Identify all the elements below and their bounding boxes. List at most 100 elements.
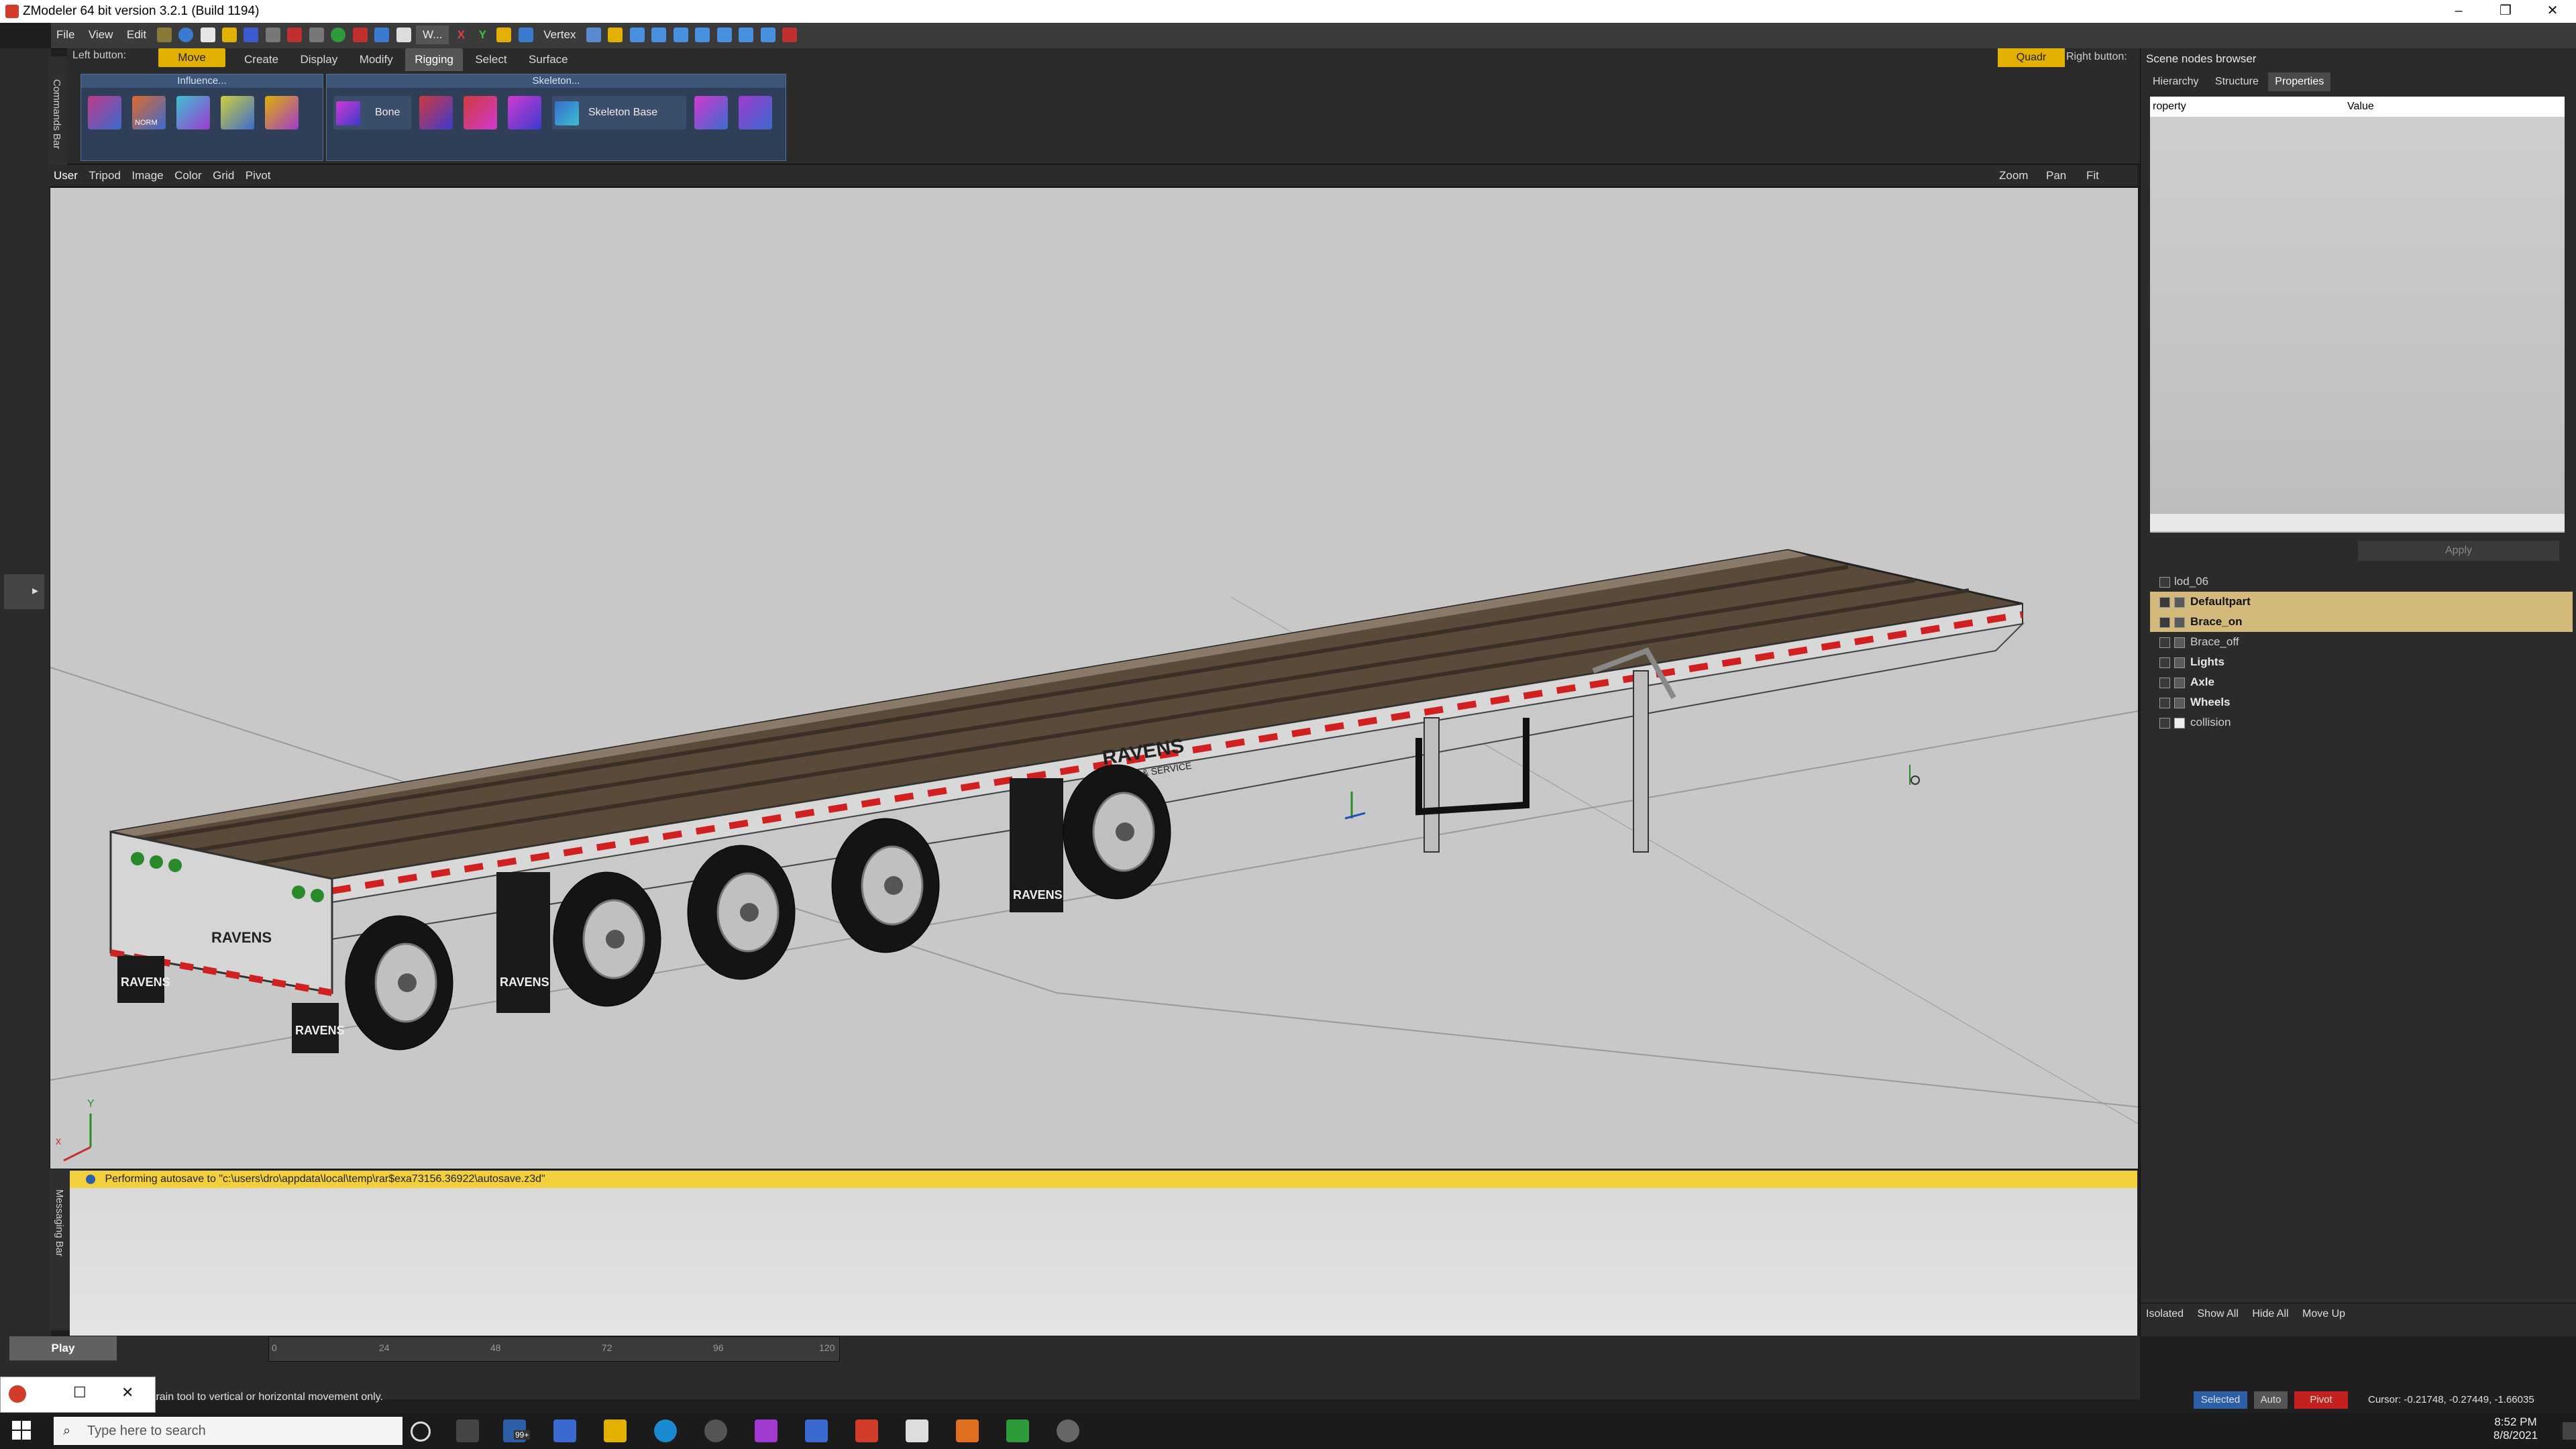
tree-node-lod06[interactable]: lod_06 [2150,572,2573,592]
bone-button[interactable]: Bone [333,96,411,129]
taskbar-search[interactable]: ⌕ Type here to search [54,1417,402,1445]
close-button[interactable]: ✕ [2529,0,2576,23]
view-mode-user[interactable]: User [50,165,82,186]
timeline-ruler[interactable]: 0 24 48 72 96 120 [268,1336,840,1362]
notifications-icon[interactable] [2563,1422,2576,1440]
tab-modify[interactable]: Modify [350,48,402,71]
tab-structure[interactable]: Structure [2208,72,2265,91]
render-icon[interactable] [331,28,346,42]
bone-link-icon[interactable] [419,96,453,129]
save-icon[interactable] [244,28,259,42]
skeleton-export-icon[interactable] [694,96,728,129]
windows-start-icon[interactable] [12,1421,31,1440]
document-icon[interactable] [1006,1419,1029,1442]
steam-icon[interactable] [553,1419,576,1442]
viewport-pan[interactable]: Pan [2042,165,2070,186]
play-button[interactable]: Play [9,1336,117,1360]
bone-mirror-icon[interactable] [508,96,541,129]
blender-icon[interactable] [956,1419,979,1442]
clipboard-icon[interactable] [396,28,411,42]
expand-toggle-icon[interactable] [2159,596,2170,608]
steam-app-icon[interactable] [805,1419,828,1442]
undo-icon[interactable] [265,28,280,42]
commands-bar-tab[interactable]: Commands Bar [48,56,68,170]
expand-toggle-icon[interactable] [2159,576,2170,588]
new-file-icon[interactable] [200,28,215,42]
tree-node-defaultpart[interactable]: Defaultpart [2150,592,2573,612]
snap-icon[interactable] [629,28,645,42]
tree-node-axle[interactable]: Axle [2150,672,2573,692]
taskbar-preview-window[interactable]: ☐ ✕ [0,1377,156,1413]
messaging-bar-tab[interactable]: Messaging Bar [50,1169,70,1330]
visibility-checkbox[interactable] [2174,677,2185,688]
menu-view[interactable]: View [83,23,119,47]
visibility-checkbox[interactable] [2174,616,2185,628]
isolated-button[interactable]: Isolated [2141,1303,2189,1325]
tab-hierarchy[interactable]: Hierarchy [2146,72,2205,91]
expand-toggle-icon[interactable] [2159,616,2170,628]
notepad-icon[interactable] [906,1419,928,1442]
align-icon[interactable] [673,28,688,42]
lock-icon[interactable] [608,28,623,42]
apply-button[interactable]: Apply [2358,541,2559,561]
tree-node-brace-on[interactable]: Brace_on [2150,612,2573,632]
bone-unlink-icon[interactable] [464,96,497,129]
obs-icon[interactable] [704,1419,727,1442]
expand-toggle-icon[interactable] [2159,717,2170,729]
viewport-zoom[interactable]: Zoom [1995,165,2032,186]
menu-file[interactable]: File [51,23,80,47]
light-icon[interactable] [760,28,775,42]
tab-select[interactable]: Select [466,48,516,71]
tool-icon[interactable] [156,28,172,42]
visibility-checkbox[interactable] [2174,657,2185,668]
selected-indicator[interactable]: Selected [2194,1391,2247,1409]
task-view-icon[interactable] [456,1419,479,1442]
menu-edit[interactable]: Edit [121,23,152,47]
viewport-tripod[interactable]: Tripod [85,165,125,186]
influence-paint-icon[interactable] [88,96,121,129]
quadr-button[interactable]: Quadr [1998,48,2065,67]
tree-node-collision[interactable]: collision [2150,712,2573,733]
tab-display[interactable]: Display [290,48,347,71]
close-preview-icon[interactable]: ✕ [121,1384,133,1401]
3d-viewport[interactable]: RAVENS RAVENS RAVENS RAVENS RAVENS RAVEN… [50,187,2139,1169]
expand-toggle-icon[interactable] [2159,657,2170,668]
auto-indicator[interactable]: Auto [2254,1391,2288,1409]
visibility-checkbox[interactable] [2174,637,2185,648]
scale-icon[interactable] [695,28,710,42]
show-all-button[interactable]: Show All [2192,1303,2244,1325]
influence-copy-icon[interactable] [176,96,210,129]
mail-icon[interactable]: 99+ [503,1419,531,1442]
axis-x-toggle[interactable]: X [452,23,470,47]
expand-toggle-icon[interactable] [2159,697,2170,708]
visibility-checkbox[interactable] [2174,596,2185,608]
selection-tool-icon[interactable] [586,28,601,42]
redo-icon[interactable] [287,28,303,42]
hide-all-button[interactable]: Hide All [2247,1303,2294,1325]
stop-icon[interactable] [782,28,798,42]
properties-scrollbar[interactable] [2150,514,2565,531]
tree-node-wheels[interactable]: Wheels [2150,692,2573,712]
move-tool-button[interactable]: Move [158,48,225,67]
normalize-icon[interactable]: NORM [132,96,166,129]
link-icon[interactable] [374,28,390,42]
winrar-icon[interactable] [755,1419,777,1442]
expand-toggle-icon[interactable] [2159,677,2170,688]
viewport-image[interactable]: Image [127,165,167,186]
influence-mirror-icon[interactable] [221,96,254,129]
mirror-icon[interactable] [651,28,667,42]
restore-preview-icon[interactable]: ☐ [73,1384,87,1401]
selection-mode-label[interactable]: Vertex [538,23,581,47]
vertex-mode-icon[interactable] [518,28,533,42]
visibility-checkbox[interactable] [2174,717,2185,729]
move-up-button[interactable]: Move Up [2297,1303,2351,1325]
tree-node-lights[interactable]: Lights [2150,652,2573,672]
tab-surface[interactable]: Surface [519,48,578,71]
axis-y-toggle[interactable]: Y [474,23,492,47]
viewport-color[interactable]: Color [170,165,206,186]
file-explorer-icon[interactable] [604,1419,627,1442]
tab-create[interactable]: Create [235,48,288,71]
expand-panel-button[interactable]: ▸ [4,574,44,609]
zmodeler-taskbar-icon[interactable] [855,1419,878,1442]
record-icon[interactable] [352,28,368,42]
